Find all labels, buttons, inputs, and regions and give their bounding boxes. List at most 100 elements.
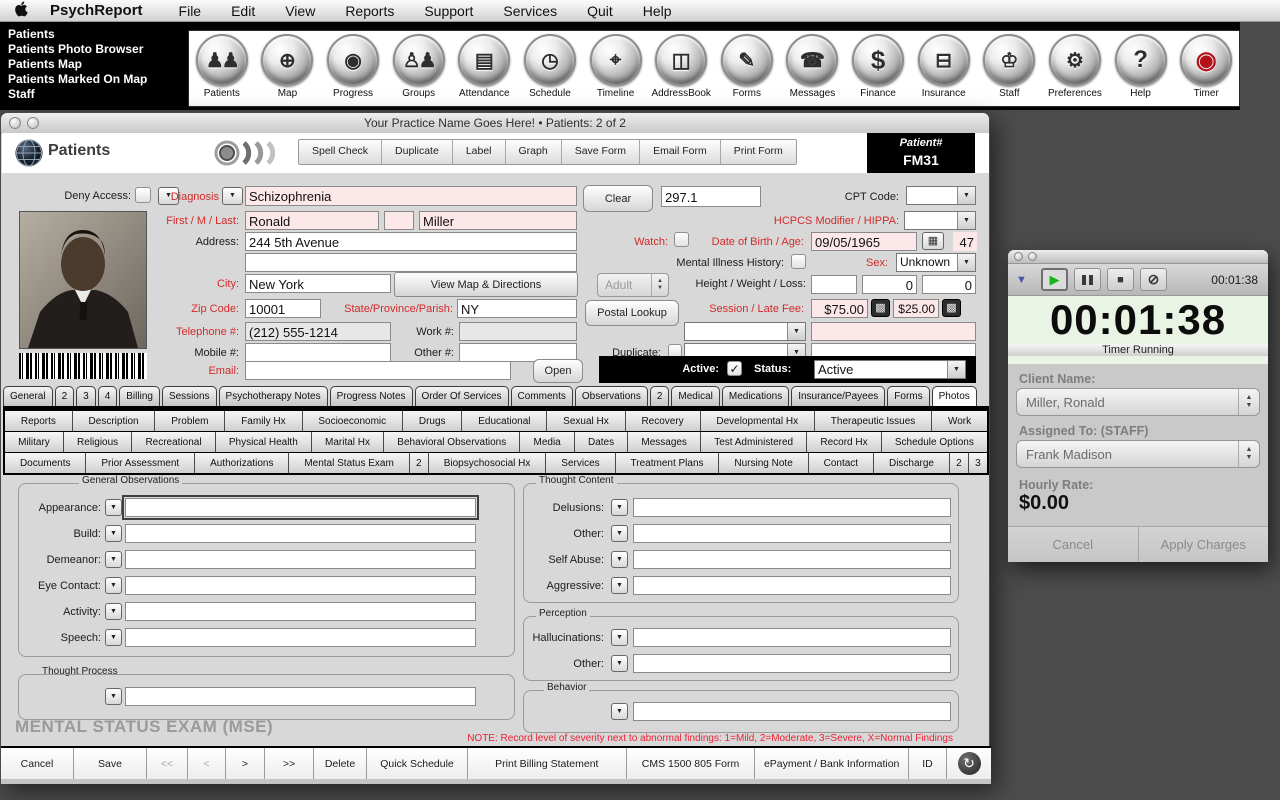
play-button[interactable]: ▶: [1041, 268, 1068, 291]
build-field[interactable]: [125, 524, 476, 543]
menu-view[interactable]: View: [285, 3, 315, 19]
tab-sessions[interactable]: Sessions: [161, 386, 217, 406]
label-button[interactable]: Label: [452, 140, 506, 164]
diagnosis-dropdown[interactable]: ▼: [222, 187, 243, 205]
pause-button[interactable]: [1074, 268, 1101, 291]
subtab-behavioral-observations[interactable]: Behavioral Observations: [384, 432, 521, 452]
perception-other-dropdown[interactable]: ▼: [611, 655, 628, 672]
client-name-select[interactable]: Miller, Ronald ▲ ▼: [1016, 388, 1260, 416]
delusions-dropdown[interactable]: ▼: [611, 499, 628, 516]
watch-checkbox[interactable]: [674, 232, 689, 247]
menu-app-name[interactable]: PsychReport: [50, 2, 143, 19]
subtab-problem[interactable]: Problem: [155, 411, 226, 431]
menu-edit[interactable]: Edit: [231, 3, 255, 19]
toolbar-item-insurance[interactable]: ⊟ Insurance: [911, 31, 977, 106]
refresh-icon[interactable]: ↻: [957, 752, 981, 775]
diagnosis-field[interactable]: [245, 186, 577, 206]
quick-menu-photo-browser[interactable]: Patients Photo Browser: [8, 42, 188, 57]
behavior-field[interactable]: [633, 702, 951, 721]
cms-1500-form-button[interactable]: CMS 1500 805 Form: [626, 748, 756, 779]
eye-contact-field[interactable]: [125, 576, 476, 595]
sex-select[interactable]: Unknown ▼: [896, 253, 976, 272]
toolbar-item-progress[interactable]: ◉ Progress: [320, 31, 386, 106]
late-fee-field[interactable]: [893, 299, 939, 318]
postal-lookup-button[interactable]: Postal Lookup: [585, 300, 679, 326]
first-name-field[interactable]: [245, 211, 379, 230]
subtab-biopsychosocial-hx[interactable]: Biopsychosocial Hx: [428, 453, 547, 473]
disclosure-triangle-icon[interactable]: ▼: [1016, 274, 1027, 286]
tab-medical[interactable]: Medical: [671, 386, 720, 406]
assigned-to-select[interactable]: Frank Madison ▲ ▼: [1016, 440, 1260, 468]
toolbar-item-timer[interactable]: ◉ Timer: [1173, 31, 1239, 106]
subtab-test-administered[interactable]: Test Administered: [701, 432, 808, 452]
self-abuse-dropdown[interactable]: ▼: [611, 551, 628, 568]
subtab-contact[interactable]: Contact: [808, 453, 875, 473]
subtab-sexual-hx[interactable]: Sexual Hx: [547, 411, 626, 431]
subtab-discharge-2[interactable]: 2: [949, 453, 969, 473]
subtab-reports[interactable]: Reports: [5, 411, 73, 431]
speak-text-icon[interactable]: [214, 140, 294, 171]
tab-comments[interactable]: Comments: [510, 386, 573, 406]
appearance-dropdown[interactable]: ▼: [105, 499, 122, 516]
menu-quit[interactable]: Quit: [587, 3, 613, 19]
subtab-mental-status-exam-2[interactable]: 2: [409, 453, 429, 473]
loss-field[interactable]: [922, 275, 976, 294]
duplicate-button[interactable]: Duplicate: [382, 140, 453, 164]
perception-other-field[interactable]: [633, 654, 951, 673]
patient-photo[interactable]: [19, 211, 147, 349]
subtab-drugs[interactable]: Drugs: [403, 411, 463, 431]
address2-field[interactable]: [245, 253, 577, 272]
thought-other-dropdown[interactable]: ▼: [611, 525, 628, 542]
toolbar-item-attendance[interactable]: ▤ Attendance: [452, 31, 518, 106]
view-map-button[interactable]: View Map & Directions: [394, 272, 578, 297]
menu-help[interactable]: Help: [643, 3, 672, 19]
calculator-icon[interactable]: ▩: [942, 299, 961, 317]
toolbar-item-addressbook[interactable]: ◫ AddressBook: [648, 31, 714, 106]
work-field[interactable]: [459, 322, 577, 341]
tab-medications[interactable]: Medications: [721, 386, 790, 406]
tab-general-3[interactable]: 3: [76, 386, 96, 406]
subtab-authorizations[interactable]: Authorizations: [195, 453, 290, 473]
subtab-therapeutic-issues[interactable]: Therapeutic Issues: [814, 411, 933, 431]
subtab-developmental-hx[interactable]: Developmental Hx: [700, 411, 815, 431]
timer-cancel-button[interactable]: Cancel: [1008, 527, 1139, 562]
toolbar-item-forms[interactable]: ✎ Forms: [714, 31, 780, 106]
quick-menu-patients[interactable]: Patients: [8, 27, 188, 42]
tab-general-4[interactable]: 4: [97, 386, 118, 406]
calculator-icon[interactable]: ▩: [871, 299, 890, 317]
quick-menu-staff[interactable]: Staff: [8, 87, 188, 102]
cancel-timer-button[interactable]: ⊘: [1140, 268, 1167, 291]
tab-observations[interactable]: Observations: [574, 386, 648, 406]
subtab-physical-health[interactable]: Physical Health: [215, 432, 312, 452]
menu-reports[interactable]: Reports: [345, 3, 394, 19]
city-field[interactable]: [245, 274, 391, 293]
toolbar-item-schedule[interactable]: ◷ Schedule: [517, 31, 583, 106]
subtab-treatment-plans[interactable]: Treatment Plans: [615, 453, 720, 473]
subtab-discharge[interactable]: Discharge: [874, 453, 950, 473]
tab-general[interactable]: General: [3, 386, 53, 406]
first-record-button[interactable]: <<: [147, 748, 188, 779]
toolbar-item-groups[interactable]: ♙♟ Groups: [386, 31, 452, 106]
save-button[interactable]: Save: [74, 748, 147, 779]
menu-file[interactable]: File: [179, 3, 202, 19]
quick-menu-marked-on-map[interactable]: Patients Marked On Map: [8, 72, 188, 87]
last-name-field[interactable]: [419, 211, 577, 230]
address1-field[interactable]: [245, 232, 577, 251]
subtab-educational[interactable]: Educational: [462, 411, 548, 431]
subtab-media[interactable]: Media: [520, 432, 575, 452]
timer-minimize-button[interactable]: [1028, 252, 1037, 261]
demeanor-dropdown[interactable]: ▼: [105, 551, 122, 568]
mobile-field[interactable]: [245, 343, 391, 362]
eye-contact-dropdown[interactable]: ▼: [105, 577, 122, 594]
telephone-field[interactable]: [245, 322, 391, 341]
subtab-marital-hx[interactable]: Marital Hx: [311, 432, 385, 452]
session-fee-field[interactable]: [811, 299, 868, 318]
subtab-schedule-options[interactable]: Schedule Options: [881, 432, 987, 452]
cpt-code-select[interactable]: ▼: [906, 186, 976, 205]
diagnosis-code-field[interactable]: [661, 186, 761, 207]
next-record-button[interactable]: >: [226, 748, 265, 779]
epayment-bank-info-button[interactable]: ePayment / Bank Information: [755, 748, 910, 779]
activity-field[interactable]: [125, 602, 476, 621]
subtab-work[interactable]: Work: [932, 411, 987, 431]
calendar-icon[interactable]: ▦: [922, 232, 944, 250]
